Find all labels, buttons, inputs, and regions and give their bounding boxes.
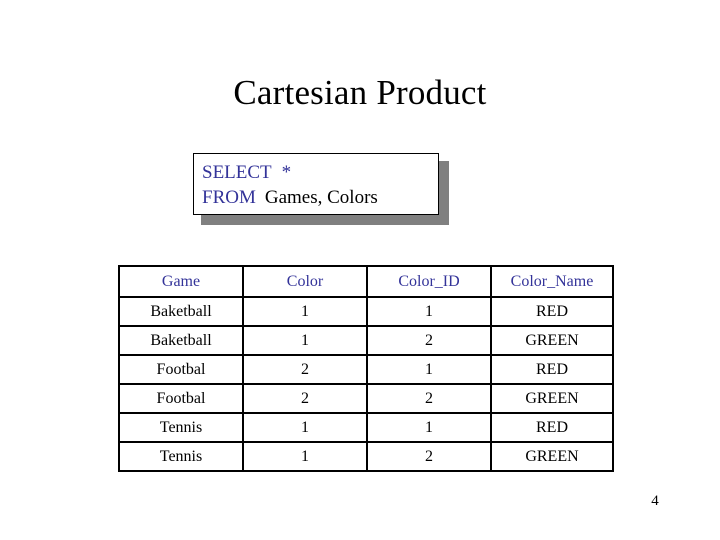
cell-color-name: RED (490, 412, 614, 443)
column-header-color-name: Color_Name (490, 265, 614, 298)
cell-color-id: 2 (366, 383, 492, 414)
cell-color: 1 (242, 325, 368, 356)
cell-color-id: 2 (366, 441, 492, 472)
sql-query-callout: SELECT * FROM Games, Colors (193, 153, 449, 225)
cell-color: 1 (242, 412, 368, 443)
page-title: Cartesian Product (233, 73, 487, 112)
table-header-row: Game Color Color_ID Color_Name (118, 265, 614, 298)
cartesian-product-table: Game Color Color_ID Color_Name Baketball… (118, 265, 614, 472)
cell-color: 2 (242, 383, 368, 414)
column-header-color-id: Color_ID (366, 265, 492, 298)
table-row: Footbal 2 1 RED (118, 354, 614, 385)
cell-color: 1 (242, 296, 368, 327)
cell-color-name: RED (490, 354, 614, 385)
table-row: Footbal 2 2 GREEN (118, 383, 614, 414)
cell-game: Footbal (118, 354, 244, 385)
sql-star-glyph: * (281, 162, 292, 183)
cell-game: Tennis (118, 441, 244, 472)
column-header-color: Color (242, 265, 368, 298)
sql-line-select: SELECT * (202, 160, 438, 185)
page-number: 4 (651, 493, 659, 509)
cell-color: 1 (242, 441, 368, 472)
cell-game: Tennis (118, 412, 244, 443)
table-row: Baketball 1 1 RED (118, 296, 614, 327)
cell-color: 2 (242, 354, 368, 385)
sql-keyword-from: FROM (202, 187, 256, 208)
table-body: Baketball 1 1 RED Baketball 1 2 GREEN Fo… (118, 296, 614, 472)
table-header: Game Color Color_ID Color_Name (118, 265, 614, 298)
cell-color-name: GREEN (490, 383, 614, 414)
slide-canvas: Cartesian Product SELECT * FROM Games, Col… (0, 0, 720, 540)
cell-game: Footbal (118, 383, 244, 414)
cell-color-name: GREEN (490, 325, 614, 356)
cell-color-id: 1 (366, 296, 492, 327)
table-row: Tennis 1 2 GREEN (118, 441, 614, 472)
sql-keyword-select: SELECT (202, 162, 272, 183)
sql-line-from: FROM Games, Colors (202, 185, 438, 210)
cell-game: Baketball (118, 325, 244, 356)
cell-color-name: GREEN (490, 441, 614, 472)
cell-color-id: 1 (366, 412, 492, 443)
cell-color-id: 1 (366, 354, 492, 385)
cell-game: Baketball (118, 296, 244, 327)
sql-callout-body: SELECT * FROM Games, Colors (193, 153, 439, 215)
column-header-game: Game (118, 265, 244, 298)
cell-color-name: RED (490, 296, 614, 327)
table-row: Tennis 1 1 RED (118, 412, 614, 443)
sql-table-list: Games, Colors (264, 187, 378, 208)
table-row: Baketball 1 2 GREEN (118, 325, 614, 356)
cell-color-id: 2 (366, 325, 492, 356)
